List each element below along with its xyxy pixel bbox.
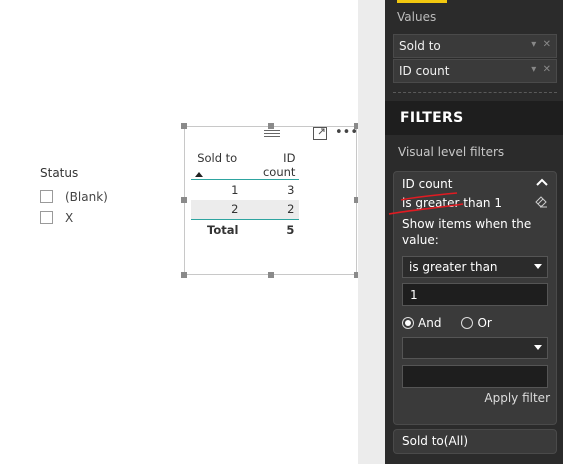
slicer-item-label: X [65,210,74,225]
field-controls[interactable]: ▾ ✕ [531,39,551,50]
checkbox[interactable] [40,190,53,203]
slicer-item-label: (Blank) [65,189,108,204]
field-well-label: ID count [399,64,450,78]
chevron-down-icon [534,264,542,269]
drag-grip-icon[interactable] [264,130,280,138]
filter-field-name[interactable]: ID count [402,177,452,191]
and-radio[interactable] [402,317,414,329]
chevron-down-icon [534,345,542,350]
focus-mode-icon[interactable] [313,127,327,140]
table-cell: 2 [191,199,244,220]
table-cell: 2 [243,199,300,220]
red-annotation-underline [388,192,464,215]
value-input-2[interactable] [402,365,548,388]
report-canvas: Status (Blank) X ••• Sold to ID count 1 … [0,0,360,464]
total-label: Total [191,219,244,240]
resize-handle[interactable] [268,123,274,129]
table-cell: 1 [231,182,239,197]
table-row: 2 2 [191,199,300,220]
or-label: Or [477,316,492,330]
slicer-item-blank[interactable]: (Blank) [40,186,108,207]
table-row: 1 3 [191,180,299,200]
table-visual[interactable]: ••• Sold to ID count 1 3 2 2 Total 5 [181,123,360,278]
field-well-sold-to[interactable]: Sold to ▾ ✕ [393,34,557,58]
slicer-item-x[interactable]: X [40,207,108,228]
resize-handle[interactable] [181,272,187,278]
column-header-sold-to[interactable]: Sold to [191,151,243,180]
apply-filter-button[interactable]: Apply filter [484,391,550,405]
sort-ascending-icon [195,172,203,177]
filters-header: FILTERS [385,101,563,135]
slicer-title: Status [40,166,79,180]
visualizations-pane: Values Sold to ▾ ✕ ID count ▾ ✕ FILTERS … [385,0,563,464]
canvas-gutter [358,0,385,464]
filter-card-sold-to[interactable]: Sold to(All) [393,429,557,454]
or-radio[interactable] [461,317,474,329]
value-input-1[interactable]: 1 [402,283,548,306]
total-value: 5 [243,219,300,240]
visual-level-filters-label: Visual level filters [398,145,505,159]
condition-dropdown-1[interactable]: is greater than [402,256,548,278]
dropdown-value: is greater than [409,260,498,274]
data-table: Sold to ID count 1 3 2 2 Total 5 [191,151,300,240]
field-well-label: Sold to [399,39,441,53]
resize-handle[interactable] [268,272,274,278]
resize-handle[interactable] [181,123,187,129]
table-cell: 3 [287,182,295,197]
condition-dropdown-2[interactable] [402,337,548,359]
more-options-icon[interactable]: ••• [335,125,358,140]
active-tab-indicator [397,0,447,3]
field-well-id-count[interactable]: ID count ▾ ✕ [393,59,557,83]
show-items-text: Show items when the value: [402,217,532,247]
eraser-icon[interactable] [535,196,548,208]
drop-zone-divider [393,92,557,93]
column-header-id-count[interactable]: ID count [243,151,299,180]
chevron-up-icon[interactable] [536,177,548,187]
total-row: Total 5 [191,219,300,240]
values-label: Values [397,10,437,24]
and-label: And [418,316,442,330]
field-controls[interactable]: ▾ ✕ [531,64,551,75]
status-slicer: Status (Blank) X [40,166,108,228]
logic-radio-group: And Or [402,316,492,330]
checkbox[interactable] [40,211,53,224]
resize-handle[interactable] [181,197,187,203]
table-header-row: Sold to ID count [191,151,300,180]
